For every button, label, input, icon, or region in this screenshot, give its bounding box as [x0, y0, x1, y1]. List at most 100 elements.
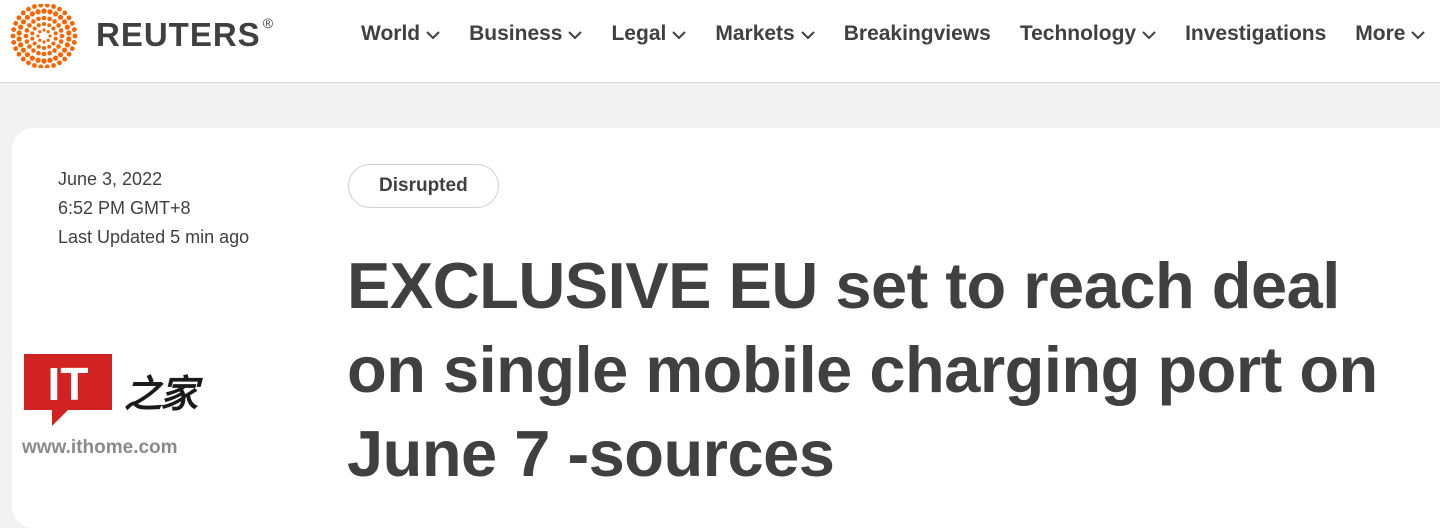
- logo-dot: [13, 20, 19, 26]
- logo-dot: [66, 36, 72, 42]
- logo-dot: [24, 39, 30, 44]
- logo-dot: [16, 51, 22, 57]
- logo-dot: [69, 20, 75, 26]
- logo-dot: [42, 46, 46, 50]
- logo-dot: [58, 39, 64, 44]
- logo-dot: [66, 30, 72, 36]
- nav-item-legal[interactable]: Legal: [611, 22, 687, 46]
- nav-item-world[interactable]: World: [361, 22, 440, 46]
- logo-dot: [72, 33, 78, 39]
- section-tag-button[interactable]: Disrupted: [348, 164, 499, 208]
- nav-item-investigations[interactable]: Investigations: [1185, 22, 1326, 46]
- logo-dot: [47, 16, 52, 22]
- logo-dot: [41, 8, 47, 14]
- brand-wordmark[interactable]: REUTERS ®: [96, 15, 274, 54]
- nav-item-technology[interactable]: Technology: [1020, 22, 1156, 46]
- logo-dot: [57, 60, 62, 66]
- logo-dot: [61, 19, 68, 25]
- logo-dot: [52, 19, 57, 24]
- logo-dot: [64, 42, 70, 48]
- nav-label: More: [1355, 22, 1406, 45]
- logo-dot: [66, 51, 72, 57]
- logo-dot: [59, 33, 65, 39]
- nav-item-more[interactable]: More: [1355, 22, 1426, 46]
- chevron-down-icon: [1142, 22, 1156, 46]
- logo-dot: [62, 10, 68, 16]
- logo-dot: [31, 48, 36, 53]
- logo-dot: [57, 52, 64, 58]
- logo-dot: [23, 33, 29, 39]
- logo-dot: [47, 23, 52, 28]
- logo-dot: [18, 42, 24, 48]
- logo-dot: [36, 44, 41, 49]
- logo-dot: [30, 36, 35, 41]
- logo-dot: [47, 9, 53, 15]
- nav-label: Investigations: [1185, 22, 1327, 45]
- logo-dot: [10, 33, 16, 39]
- ithome-watermark: IT 之家 www.ithome.com: [22, 352, 198, 458]
- logo-dot: [66, 15, 72, 21]
- site-header: REUTERS ® World Business Legal Markets Br…: [0, 0, 1440, 83]
- logo-dot: [20, 47, 27, 53]
- logo-dot: [64, 24, 70, 30]
- logo-dot: [42, 40, 46, 44]
- ithome-logo-chars: 之家: [124, 370, 198, 416]
- logo-dot: [51, 41, 56, 46]
- logo-dot: [53, 11, 59, 17]
- publish-date: June 3, 2022: [58, 169, 163, 189]
- logo-dot: [36, 50, 41, 56]
- logo-dot: [71, 27, 77, 32]
- logo-dot: [29, 55, 35, 61]
- logo-dot: [35, 9, 41, 15]
- logo-dot: [16, 30, 22, 36]
- logo-dot: [71, 40, 77, 45]
- logo-dot: [20, 56, 26, 62]
- nav-label: World: [361, 22, 421, 45]
- chevron-down-icon: [568, 22, 583, 46]
- logo-dot: [42, 22, 46, 26]
- main-nav: World Business Legal Markets Breakingvie…: [361, 22, 1426, 46]
- chevron-down-icon: [1411, 22, 1426, 46]
- logo-dot: [51, 26, 56, 31]
- logo-dot: [57, 6, 62, 12]
- logo-dot: [32, 4, 37, 9]
- logo-dot: [32, 41, 37, 46]
- nav-label: Markets: [715, 22, 795, 45]
- logo-dot: [47, 44, 52, 49]
- logo-dot: [57, 14, 64, 20]
- logo-dot: [30, 31, 35, 36]
- logo-dot: [32, 63, 37, 68]
- logo-dot: [36, 16, 41, 22]
- logo-dot: [46, 38, 50, 42]
- article-headline: EXCLUSIVE EU set to reach deal on single…: [347, 249, 1378, 490]
- nav-item-business[interactable]: Business: [469, 22, 583, 46]
- logo-dot: [41, 15, 47, 21]
- publish-time: 6:52 PM GMT+8: [58, 198, 191, 218]
- logo-dot: [38, 30, 42, 34]
- logo-dot: [36, 23, 41, 28]
- logo-dot: [27, 23, 32, 28]
- chevron-down-icon: [801, 22, 815, 46]
- logo-dot: [56, 44, 61, 49]
- logo-dot: [20, 19, 27, 25]
- logo-dot: [69, 46, 75, 52]
- logo-dot: [18, 24, 24, 30]
- logo-dot: [41, 58, 47, 64]
- logo-dot: [41, 51, 47, 57]
- logo-dot: [47, 57, 53, 63]
- logo-dot: [53, 36, 58, 41]
- logo-dot: [32, 26, 37, 31]
- article-meta: June 3, 2022 6:52 PM GMT+8 Last Updated …: [58, 165, 249, 252]
- logo-dot: [61, 47, 68, 53]
- nav-item-breakingviews[interactable]: Breakingviews: [844, 22, 991, 46]
- logo-dot: [11, 27, 17, 32]
- logo-dot: [62, 56, 68, 62]
- logo-dot: [16, 15, 22, 21]
- logo-dot: [29, 11, 35, 17]
- logo-dot: [53, 55, 59, 61]
- nav-item-markets[interactable]: Markets: [715, 22, 815, 46]
- ithome-logo-icon: IT: [24, 354, 112, 426]
- logo-dot: [58, 28, 64, 33]
- logo-dot: [16, 36, 22, 42]
- reuters-logo-icon[interactable]: [10, 4, 78, 68]
